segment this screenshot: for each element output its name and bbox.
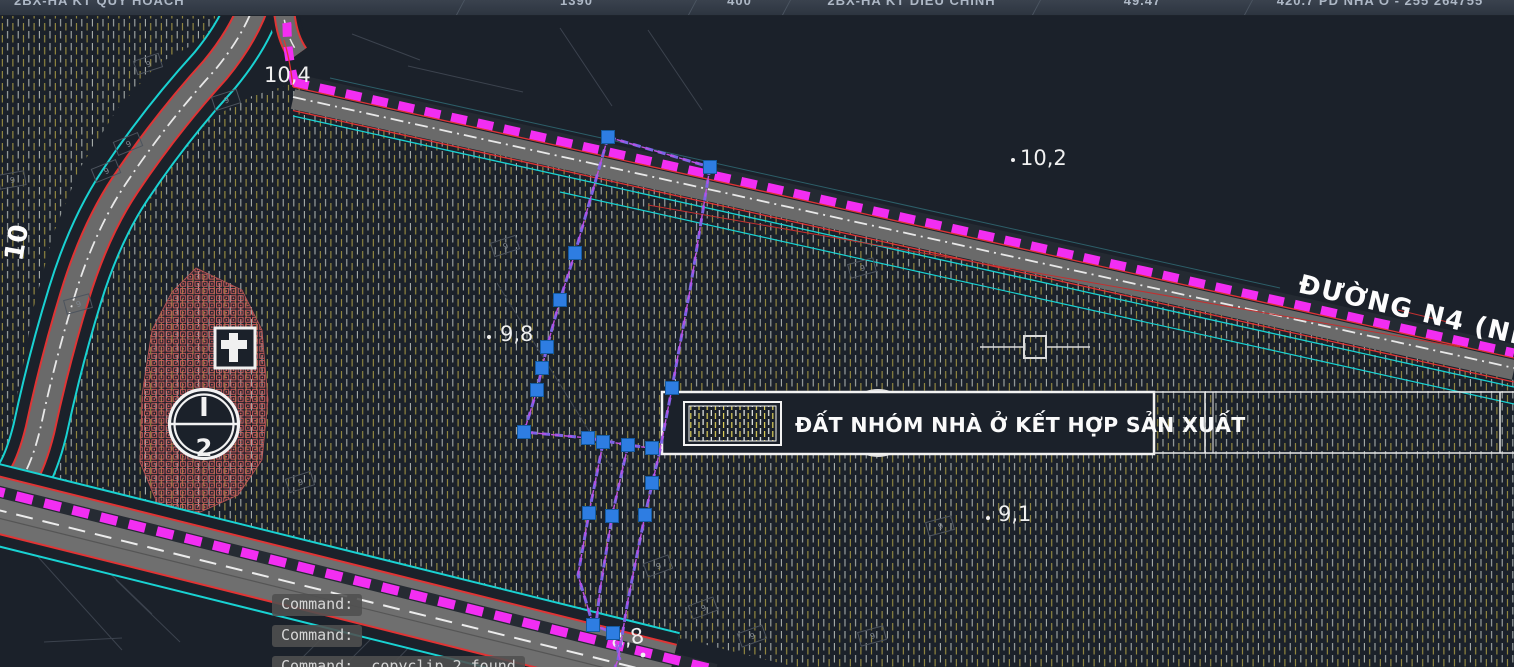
road-name-left: 10 (0, 222, 35, 263)
elevation-label: 10,2 (1020, 146, 1067, 170)
zone-number: 2 (196, 434, 213, 462)
tab-label: 2BX-HA KT QUY HOACH (0, 0, 460, 8)
command-echo: Command: copyclip 2 found (272, 656, 525, 667)
tab-label: 2BX-HA KT DIEU CHINH (787, 0, 1036, 8)
church-cross-icon (215, 328, 255, 368)
elevation-label: 9,1 (998, 502, 1031, 526)
command-echo: Command: (272, 625, 362, 647)
tab-label: 1390 (461, 0, 692, 8)
tab-drawing-3[interactable]: 400 (693, 0, 786, 15)
drawing-tab-bar: 2BX-HA KT QUY HOACH 1390 400 2BX-HA KT D… (0, 0, 1514, 16)
zone-roman-numeral: I (199, 393, 209, 423)
tab-drawing-5[interactable]: 49.47 (1037, 0, 1248, 15)
elevation-label: 9,8 (500, 322, 533, 346)
tab-drawing-6[interactable]: 420.7 PD NHA O - 255 264755 (1249, 0, 1511, 15)
command-echo: Command: (272, 594, 362, 616)
tab-drawing-2[interactable]: 1390 (461, 0, 692, 15)
cad-application-window: 2BX-HA KT QUY HOACH 1390 400 2BX-HA KT D… (0, 0, 1514, 667)
command-line-history: Command: Command: Command: copyclip 2 fo… (272, 594, 525, 667)
legend-swatch-hatch (689, 406, 776, 441)
cad-viewport[interactable]: 9 9 9 9 9 9 9 9 9 9 9 9 9 9 ĐẤT NHÓM NHÀ… (0, 0, 1514, 667)
tab-label: 420.7 PD NHA O - 255 264755 (1249, 0, 1511, 8)
tab-drawing-4[interactable]: 2BX-HA KT DIEU CHINH (787, 0, 1036, 15)
elevation-label: 10,4 (264, 63, 311, 87)
tab-drawing-1[interactable]: 2BX-HA KT QUY HOACH (0, 0, 460, 15)
tab-label: 49.47 (1037, 0, 1248, 8)
legend-label: ĐẤT NHÓM NHÀ Ở KẾT HỢP SẢN XUẤT (795, 409, 1246, 437)
tab-label: 400 (693, 0, 786, 8)
